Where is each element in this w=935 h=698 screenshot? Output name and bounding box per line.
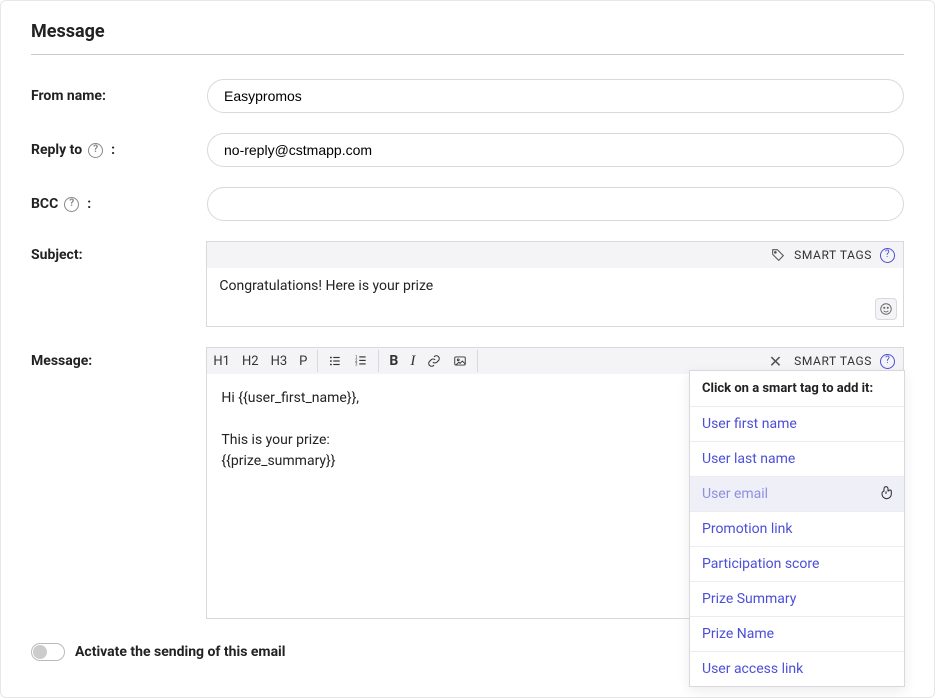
activate-label: Activate the sending of this email bbox=[75, 644, 285, 660]
emoji-button[interactable] bbox=[875, 298, 897, 320]
help-icon[interactable]: ? bbox=[880, 354, 895, 369]
format-h3-button[interactable]: H3 bbox=[265, 348, 294, 374]
label-message: Message: bbox=[31, 347, 206, 369]
smart-tags-button[interactable]: SMART TAGS bbox=[794, 248, 872, 262]
numbered-list-button[interactable]: 123 bbox=[348, 348, 374, 374]
format-h1-button[interactable]: H1 bbox=[207, 348, 236, 374]
label-from-name: From name: bbox=[31, 88, 207, 104]
subject-box: SMART TAGS ? Congratulations! Here is yo… bbox=[206, 241, 904, 327]
smart-tag-item[interactable]: Prize Name bbox=[690, 617, 904, 652]
row-from-name: From name: bbox=[31, 79, 904, 113]
smart-tag-item[interactable]: Promotion link bbox=[690, 512, 904, 547]
svg-text:3: 3 bbox=[356, 362, 359, 367]
activate-toggle[interactable] bbox=[31, 643, 65, 661]
bcc-input[interactable] bbox=[207, 187, 904, 221]
row-bcc: BCC ? : bbox=[31, 187, 904, 221]
smart-tag-item[interactable]: User first name bbox=[690, 407, 904, 442]
smart-tag-item[interactable]: Prize Summary bbox=[690, 582, 904, 617]
label-subject: Subject: bbox=[31, 241, 206, 263]
section-title: Message bbox=[31, 21, 904, 42]
row-subject: Subject: SMART TAGS ? Congratulations! H… bbox=[31, 241, 904, 327]
link-button[interactable] bbox=[421, 348, 447, 374]
help-icon[interactable]: ? bbox=[64, 197, 79, 212]
toggle-knob bbox=[33, 645, 47, 659]
reply-to-input[interactable] bbox=[207, 133, 904, 167]
tag-icon bbox=[770, 247, 786, 263]
bold-button[interactable]: B bbox=[383, 348, 404, 374]
italic-button[interactable]: I bbox=[404, 348, 421, 374]
smart-tag-item[interactable]: User last name bbox=[690, 442, 904, 477]
toolbar-separator bbox=[378, 350, 379, 372]
subject-smart-tags-bar: SMART TAGS ? bbox=[207, 242, 903, 268]
from-name-input[interactable] bbox=[207, 79, 904, 113]
toolbar-separator bbox=[317, 350, 318, 372]
format-p-button[interactable]: P bbox=[293, 348, 313, 374]
label-reply-to-text: Reply to bbox=[31, 142, 82, 158]
divider bbox=[31, 54, 904, 55]
smart-tag-item[interactable]: Participation score bbox=[690, 547, 904, 582]
subject-text[interactable]: Congratulations! Here is your prize bbox=[219, 278, 433, 294]
smart-tags-button[interactable]: SMART TAGS bbox=[794, 354, 872, 368]
label-bcc-text: BCC bbox=[31, 196, 58, 212]
bullet-list-button[interactable] bbox=[322, 348, 348, 374]
close-icon[interactable]: ✕ bbox=[765, 352, 786, 371]
row-reply-to: Reply to ? : bbox=[31, 133, 904, 167]
subject-body: Congratulations! Here is your prize bbox=[207, 268, 903, 326]
label-bcc: BCC ? : bbox=[31, 196, 207, 212]
cursor-icon bbox=[878, 484, 894, 500]
smart-tags-panel-header: Click on a smart tag to add it: bbox=[690, 371, 904, 407]
label-reply-to: Reply to ? : bbox=[31, 142, 207, 158]
smart-tag-item[interactable]: User email bbox=[690, 477, 904, 512]
help-icon[interactable]: ? bbox=[88, 143, 103, 158]
image-button[interactable] bbox=[447, 348, 473, 374]
help-icon[interactable]: ? bbox=[880, 248, 895, 263]
toolbar-separator bbox=[477, 350, 478, 372]
smart-tag-item[interactable]: User access link bbox=[690, 652, 904, 686]
message-card: Message From name: Reply to ? : BCC ? : … bbox=[0, 0, 935, 698]
smart-tags-panel: Click on a smart tag to add it: User fir… bbox=[689, 370, 905, 687]
format-h2-button[interactable]: H2 bbox=[236, 348, 265, 374]
